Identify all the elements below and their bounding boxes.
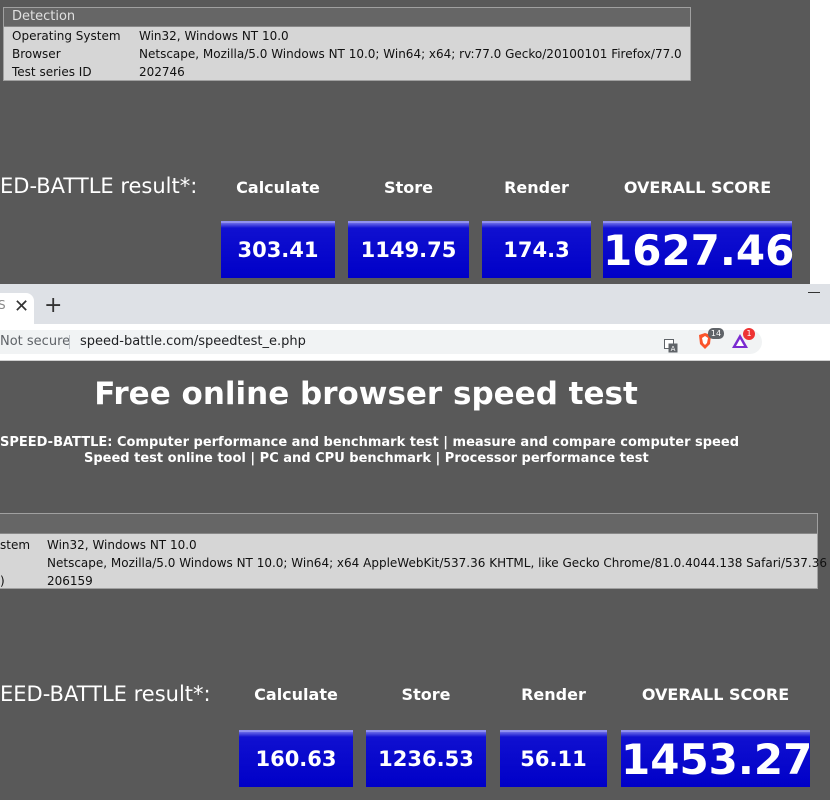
detection-value: Netscape, Mozilla/5.0 Windows NT 10.0; W…: [139, 47, 682, 61]
col-calculate: Calculate: [236, 178, 320, 197]
close-tab-icon[interactable]: ✕: [14, 296, 29, 317]
svg-text:A: A: [671, 345, 676, 353]
score-store: 1236.53: [366, 730, 486, 787]
score-overall: 1627.46: [603, 221, 794, 278]
tab-title: S: [0, 298, 6, 312]
page-subtitle-2: Speed test online tool | PC and CPU benc…: [84, 451, 649, 466]
result-label: EED-BATTLE result*:: [0, 682, 211, 706]
browser-tab[interactable]: S ✕: [0, 293, 34, 324]
security-indicator[interactable]: Not secure: [0, 334, 70, 349]
detection-label: Test series ID: [12, 65, 92, 79]
score-render: 56.11: [500, 730, 607, 787]
new-tab-button[interactable]: +: [44, 293, 62, 318]
result-label: ED-BATTLE result*:: [0, 174, 198, 198]
detection-label: stem: [0, 538, 31, 552]
minimize-icon[interactable]: [808, 292, 820, 293]
firefox-page: Detection Operating System Win32, Window…: [0, 0, 810, 284]
translate-icon[interactable]: A: [664, 339, 678, 353]
chrome-window: S ✕ + Not secure speed-battle.com/speedt…: [0, 284, 830, 800]
col-store: Store: [401, 685, 451, 704]
detection-value: 202746: [139, 65, 185, 79]
browser-toolbar: Not secure speed-battle.com/speedtest_e.…: [0, 324, 830, 361]
score-store: 1149.75: [348, 221, 469, 278]
col-calculate: Calculate: [254, 685, 338, 704]
brave-badge-count: 14: [708, 328, 724, 339]
detection-title: Detection: [4, 8, 690, 27]
detection-value: Netscape, Mozilla/5.0 Windows NT 10.0; W…: [47, 556, 827, 570]
col-render: Render: [521, 685, 586, 704]
detection-value: Win32, Windows NT 10.0: [47, 538, 197, 552]
score-calculate: 160.63: [239, 730, 353, 787]
address-bar[interactable]: Not secure speed-battle.com/speedtest_e.…: [0, 330, 762, 354]
detection-panel: stem Win32, Windows NT 10.0 Netscape, Mo…: [0, 513, 827, 589]
detection-panel: Detection Operating System Win32, Window…: [3, 7, 691, 81]
url-text[interactable]: speed-battle.com/speedtest_e.php: [80, 334, 306, 349]
detection-label: Browser: [12, 47, 61, 61]
detection-label: ): [0, 574, 5, 588]
col-render: Render: [504, 178, 569, 197]
col-store: Store: [384, 178, 433, 197]
detection-value: 206159: [47, 574, 93, 588]
tab-strip: S ✕ +: [0, 284, 830, 324]
score-render: 174.3: [482, 221, 591, 278]
detection-header-bar: [0, 514, 817, 534]
page-title: Free online browser speed test: [94, 376, 638, 412]
alert-badge-count: 1: [743, 328, 755, 340]
col-overall: OVERALL SCORE: [623, 178, 772, 197]
col-overall: OVERALL SCORE: [641, 685, 790, 704]
score-calculate: 303.41: [221, 221, 335, 278]
score-overall: 1453.27: [621, 730, 812, 787]
detection-label: Operating System: [12, 29, 121, 43]
detection-value: Win32, Windows NT 10.0: [139, 29, 289, 43]
page-subtitle: SPEED-BATTLE: Computer performance and b…: [0, 435, 739, 450]
address-divider: [69, 335, 70, 349]
